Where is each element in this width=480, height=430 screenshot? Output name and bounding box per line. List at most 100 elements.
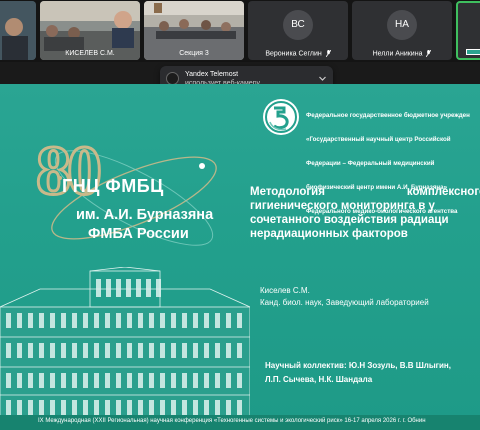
building-window (204, 343, 209, 358)
building-window (204, 373, 209, 388)
building-window (116, 373, 121, 388)
building-window (182, 343, 187, 358)
building-window (83, 313, 88, 328)
avatar: ВС (283, 10, 313, 40)
building-window (215, 400, 220, 415)
building-window (28, 313, 33, 328)
building-window (39, 373, 44, 388)
building-window (105, 373, 110, 388)
building-window (106, 279, 111, 297)
building-window (39, 343, 44, 358)
research-team: Научный коллектив: Ю.Н Зозуль, В.В Шлыги… (265, 361, 451, 384)
building-window (138, 373, 143, 388)
building-window (237, 343, 242, 358)
building-window (50, 400, 55, 415)
building-window (149, 343, 154, 358)
participant-name: Вероника Сеглин (248, 49, 348, 57)
building-window (127, 400, 132, 415)
building-window (61, 313, 66, 328)
building-window (17, 313, 22, 328)
building-window (182, 400, 187, 415)
building-window (127, 313, 132, 328)
building-window (28, 400, 33, 415)
building-window (72, 313, 77, 328)
building-window (226, 373, 231, 388)
building-window (105, 400, 110, 415)
building-window (83, 400, 88, 415)
building-window (72, 343, 77, 358)
participant-tile-4[interactable]: НА Нелли Аникина (352, 1, 452, 60)
building-window (17, 400, 22, 415)
building-window (105, 313, 110, 328)
building-window (105, 343, 110, 358)
building-window (182, 313, 187, 328)
participant-tile-1[interactable]: КИСЕЛЁВ С.М. (40, 1, 140, 60)
building-window (160, 400, 165, 415)
building-window (6, 313, 11, 328)
building-window (50, 313, 55, 328)
building-window (171, 343, 176, 358)
participant-tile-0[interactable] (0, 1, 36, 60)
building-window (193, 343, 198, 358)
avatar: НА (387, 10, 417, 40)
mic-muted-icon (325, 49, 331, 57)
author-name: Киселев С.М. (260, 286, 310, 295)
building-window (28, 373, 33, 388)
building-window (61, 373, 66, 388)
building-window (83, 343, 88, 358)
building-window (127, 343, 132, 358)
anniversary-agency: ФМБА России (88, 226, 189, 242)
participant-name: Нелли Аникина (352, 49, 452, 57)
building-window (116, 313, 121, 328)
building-window (39, 313, 44, 328)
building-window (237, 400, 242, 415)
participant-tile-3[interactable]: ВС Вероника Сеглин (248, 1, 348, 60)
presentation-title: Методология комплексного гигиенического … (250, 186, 480, 240)
building-window (171, 373, 176, 388)
building-window (149, 373, 154, 388)
building-window (94, 343, 99, 358)
participant-tile-5[interactable] (456, 1, 480, 60)
building-window (237, 313, 242, 328)
building-window (146, 279, 151, 297)
building-window (116, 400, 121, 415)
building-window (6, 373, 11, 388)
building-window (204, 400, 209, 415)
toast-app-name: Yandex Telemost (185, 71, 239, 78)
chevron-down-icon[interactable] (318, 74, 327, 83)
building-window (136, 279, 141, 297)
building-window (116, 343, 121, 358)
building-window (215, 343, 220, 358)
building-window (50, 373, 55, 388)
building-window (138, 400, 143, 415)
building-window (94, 400, 99, 415)
building-window (116, 279, 121, 297)
building-window (237, 373, 242, 388)
participant-name: КИСЕЛЁВ С.М. (65, 50, 115, 57)
building-window (72, 373, 77, 388)
building-window (156, 279, 161, 297)
building-window (94, 313, 99, 328)
building-window (193, 373, 198, 388)
building-window (96, 279, 101, 297)
building-illustration (0, 267, 250, 417)
building-window (160, 373, 165, 388)
building-window (226, 400, 231, 415)
building-window (215, 313, 220, 328)
building-window (72, 400, 77, 415)
participant-strip: КИСЕЛЁВ С.М. Секция 3 ВС Вероника Сеглин (0, 0, 480, 62)
building-window (126, 279, 131, 297)
author-block: Киселев С.М. Канд. биол. наук, Заведующи… (260, 285, 429, 309)
building-window (94, 373, 99, 388)
mic-muted-icon (426, 49, 432, 57)
building-window (226, 313, 231, 328)
building-window (17, 373, 22, 388)
building-window (226, 343, 231, 358)
building-window (215, 373, 220, 388)
building-window (149, 400, 154, 415)
building-window (138, 313, 143, 328)
building-window (83, 373, 88, 388)
building-window (39, 400, 44, 415)
participant-tile-2[interactable]: Секция 3 (144, 1, 244, 60)
building-window (204, 313, 209, 328)
